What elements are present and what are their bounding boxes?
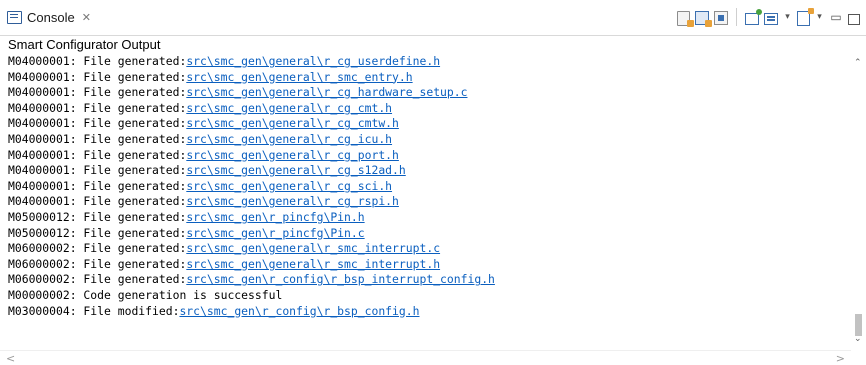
console-view: Console ✕ ▾ ▾ ▭ Smart Configurator Outpu… <box>0 0 866 365</box>
new-console-icon[interactable] <box>797 7 814 26</box>
console-log: M04000001: File generated:src\smc_gen\ge… <box>8 54 851 319</box>
console-icon <box>7 10 22 24</box>
console-line-message: M03000004: File modified: <box>8 303 180 318</box>
console-line: M04000001: File generated:src\smc_gen\ge… <box>8 163 851 179</box>
file-link[interactable]: src\smc_gen\general\r_cg_cmt.h <box>186 101 392 115</box>
display-console-icon[interactable] <box>745 9 762 25</box>
console-line-message: M04000001: File generated: <box>8 131 187 146</box>
console-line-message: M04000001: File generated: <box>8 178 187 193</box>
file-link[interactable]: src\smc_gen\general\r_smc_interrupt.c <box>186 241 440 255</box>
console-line-message: M05000012: File generated: <box>8 209 187 224</box>
console-toolbar: ▾ ▾ ▭ <box>677 6 860 28</box>
scroll-up-icon[interactable]: ⌃ <box>854 58 862 68</box>
horizontal-scrollbar[interactable]: < > <box>0 350 851 365</box>
file-link[interactable]: src\smc_gen\general\r_cg_sci.h <box>186 179 392 193</box>
file-link[interactable]: src\smc_gen\general\r_smc_interrupt.h <box>186 257 440 271</box>
console-line: M05000012: File generated:src\smc_gen\r_… <box>8 226 851 242</box>
file-link[interactable]: src\smc_gen\r_config\r_bsp_config.h <box>179 304 419 318</box>
close-icon[interactable]: ✕ <box>82 11 91 24</box>
console-line-message: M04000001: File generated: <box>8 194 187 209</box>
console-tab[interactable]: Console ✕ <box>7 5 91 29</box>
console-line: M04000001: File generated:src\smc_gen\ge… <box>8 148 851 164</box>
console-output-name: Smart Configurator Output <box>8 37 161 52</box>
console-line-message: M06000002: File generated: <box>8 256 187 271</box>
console-line-message: M06000002: File generated: <box>8 241 187 256</box>
console-line: M06000002: File generated:src\smc_gen\ge… <box>8 257 851 273</box>
console-tab-title: Console <box>27 9 75 25</box>
open-console-icon[interactable] <box>764 13 778 25</box>
console-line: M06000002: File generated:src\smc_gen\r_… <box>8 272 851 288</box>
console-line: M04000001: File generated:src\smc_gen\ge… <box>8 116 851 132</box>
console-line: M04000001: File generated:src\smc_gen\ge… <box>8 85 851 101</box>
file-link[interactable]: src\smc_gen\general\r_cg_s12ad.h <box>186 163 405 177</box>
minimize-icon[interactable]: ▭ <box>829 8 843 26</box>
toolbar-separator <box>736 8 737 26</box>
console-line: M03000004: File modified:src\smc_gen\r_c… <box>8 304 851 320</box>
file-link[interactable]: src\smc_gen\general\r_smc_entry.h <box>186 70 412 84</box>
console-line-message: M04000001: File generated: <box>8 147 187 162</box>
scrollbar-thumb[interactable] <box>855 314 862 336</box>
console-line-message: M04000001: File generated: <box>8 69 187 84</box>
file-link[interactable]: src\smc_gen\general\r_cg_rspi.h <box>186 194 399 208</box>
console-line-message: M04000001: File generated: <box>8 116 187 131</box>
console-line: M04000001: File generated:src\smc_gen\ge… <box>8 194 851 210</box>
console-line-message: M04000001: File generated: <box>8 100 187 115</box>
file-link[interactable]: src\smc_gen\general\r_cg_icu.h <box>186 132 392 146</box>
vertical-scrollbar[interactable]: ⌃ ⌄ <box>851 54 866 348</box>
pin-console-icon[interactable] <box>714 11 728 25</box>
clear-console-icon[interactable] <box>677 10 694 27</box>
file-link[interactable]: src\smc_gen\general\r_cg_userdefine.h <box>186 54 440 68</box>
scroll-right-icon[interactable]: > <box>836 352 845 365</box>
console-line: M04000001: File generated:src\smc_gen\ge… <box>8 101 851 117</box>
chevron-down-icon[interactable]: ▾ <box>783 8 792 26</box>
file-link[interactable]: src\smc_gen\r_pincfg\Pin.h <box>186 210 364 224</box>
file-link[interactable]: src\smc_gen\general\r_cg_hardware_setup.… <box>186 85 467 99</box>
console-line-message: M00000002: Code generation is successful <box>8 287 283 302</box>
console-line: M04000001: File generated:src\smc_gen\ge… <box>8 54 851 70</box>
console-line-message: M04000001: File generated: <box>8 163 187 178</box>
console-tab-bar: Console ✕ ▾ ▾ ▭ <box>0 0 866 36</box>
console-line: M04000001: File generated:src\smc_gen\ge… <box>8 179 851 195</box>
console-line: M00000002: Code generation is successful <box>8 288 851 304</box>
chevron-down-icon[interactable]: ▾ <box>815 8 824 26</box>
console-line-message: M04000001: File generated: <box>8 85 187 100</box>
console-line-message: M06000002: File generated: <box>8 272 187 287</box>
file-link[interactable]: src\smc_gen\r_config\r_bsp_interrupt_con… <box>186 272 495 286</box>
file-link[interactable]: src\smc_gen\r_pincfg\Pin.c <box>186 226 364 240</box>
scroll-down-icon[interactable]: ⌄ <box>854 334 862 344</box>
console-line: M04000001: File generated:src\smc_gen\ge… <box>8 132 851 148</box>
scroll-lock-icon[interactable] <box>695 11 712 27</box>
console-line: M06000002: File generated:src\smc_gen\ge… <box>8 241 851 257</box>
console-line: M05000012: File generated:src\smc_gen\r_… <box>8 210 851 226</box>
maximize-icon[interactable] <box>848 13 860 25</box>
console-line: M04000001: File generated:src\smc_gen\ge… <box>8 70 851 86</box>
console-line-message: M04000001: File generated: <box>8 54 187 68</box>
file-link[interactable]: src\smc_gen\general\r_cg_port.h <box>186 148 399 162</box>
scroll-left-icon[interactable]: < <box>6 352 15 365</box>
file-link[interactable]: src\smc_gen\general\r_cg_cmtw.h <box>186 116 399 130</box>
console-line-message: M05000012: File generated: <box>8 225 187 240</box>
